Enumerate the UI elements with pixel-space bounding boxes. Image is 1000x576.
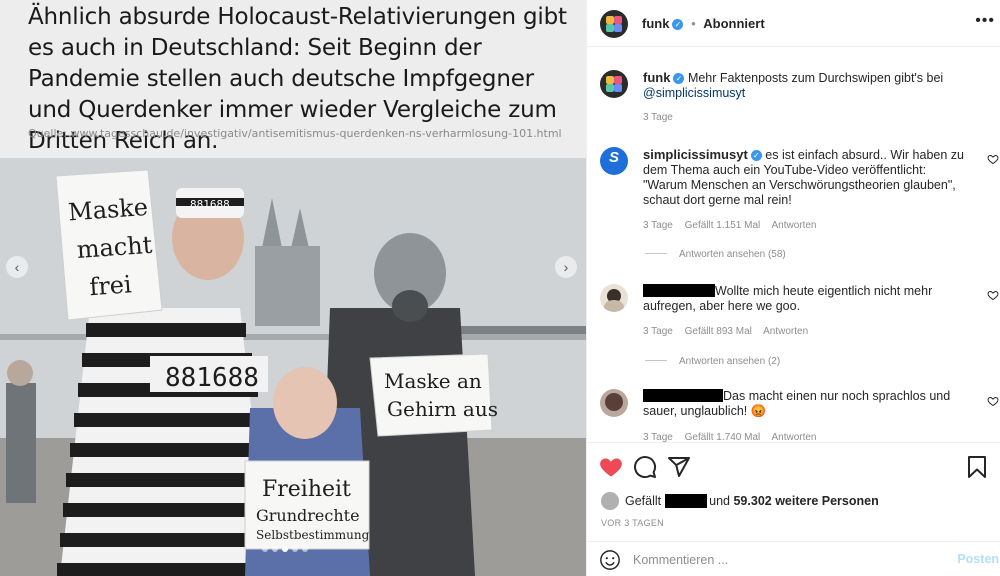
comment-likes[interactable]: Gefällt 1.740 Mal [685,432,761,442]
liker-avatar [601,492,619,510]
verified-icon: ✓ [673,73,685,84]
prisoner-number: 881688 [165,363,259,393]
verified-icon: ✓ [672,19,684,30]
like-comment-heart-icon[interactable] [987,289,999,301]
view-replies-button[interactable]: Antworten ansehen (2) [645,356,780,367]
comment-time: 3 Tage [643,112,673,123]
share-icon[interactable] [667,455,691,479]
next-slide-button[interactable]: › [555,256,577,278]
previous-slide-button[interactable]: ‹ [6,256,28,278]
likes-prefix: Gefällt [625,494,662,508]
comment-meta: 3 Tage Gefällt 1.151 Mal Antworten [643,220,826,231]
reply-button[interactable]: Antworten [771,432,816,442]
sign-maske-macht-frei: Maske macht frei [55,169,163,321]
comment-text: Mehr Faktenposts zum Durchswipen gibt's … [687,71,944,85]
protest-photo: 881688 881688 Maske macht frei Maske an … [0,158,586,576]
comments-list[interactable]: funk ✓ Mehr Faktenposts zum Durchswipen g… [587,48,1000,442]
instagram-post-view: Ähnlich absurde Holocaust-Relativierunge… [0,0,1000,576]
likes-suffix: und [709,494,730,508]
header-username[interactable]: funk [642,16,669,31]
more-options-icon[interactable]: ••• [975,12,995,30]
user-avatar[interactable] [600,389,628,417]
sign-freiheit: Freiheit Grundrechte Selbstbestimmung [244,460,370,550]
simplicissimus-avatar[interactable]: S [600,147,628,175]
carousel-dot [262,546,268,552]
carousel-dot [272,546,278,552]
comment-time: 3 Tage [643,326,673,337]
like-heart-icon[interactable] [599,455,623,479]
carousel-dot [302,546,308,552]
mention-link[interactable]: @simplicissimusyt [643,86,745,100]
comment-composer: Posten [587,541,1000,576]
view-replies-button[interactable]: Antworten ansehen (58) [645,249,786,260]
comment-icon[interactable] [633,455,657,479]
comment-username[interactable]: simplicissimusyt [643,147,748,162]
funk-avatar[interactable] [600,70,628,98]
redacted-username [643,284,715,297]
post-timestamp[interactable]: VOR 3 TAGEN [601,518,664,528]
post-comment-button[interactable]: Posten [957,552,999,566]
comment-time: 3 Tage [643,220,673,231]
redacted-username [643,389,723,402]
comment-username[interactable]: funk [643,70,670,85]
follow-button[interactable]: Abonniert [703,16,764,31]
post-source: Quelle: www.tagesschau.de/investigativ/a… [28,127,562,140]
chevron-left-icon: ‹ [14,259,20,275]
chevron-right-icon: › [563,259,569,275]
user-avatar[interactable] [600,284,628,312]
separator-dot: • [691,16,696,31]
svg-text:Freiheit Grundrech: Freiheit Grundrechte Selbstbestimmung [256,477,370,542]
likes-count[interactable]: 59.302 weitere Personen [733,494,878,508]
carousel-dot-active [282,546,288,552]
bookmark-icon[interactable] [965,455,989,479]
comment-likes[interactable]: Gefällt 1.151 Mal [685,220,761,231]
funk-avatar[interactable] [600,10,628,38]
comment-likes[interactable]: Gefällt 893 Mal [685,326,752,337]
sign-maske-an-gehirn-aus: Maske an Gehirn aus [369,353,498,437]
cap-number: 881688 [190,198,230,211]
comment-meta: 3 Tage Gefällt 893 Mal Antworten [643,326,817,337]
angry-face-emoji: 😡 [750,404,767,418]
post-media[interactable]: Ähnlich absurde Holocaust-Relativierunge… [0,0,586,576]
like-comment-heart-icon[interactable] [987,395,999,407]
reply-button[interactable]: Antworten [763,326,808,337]
post-actions: Gefällt und 59.302 weitere Personen VOR … [587,442,1000,540]
redacted-liker [665,494,708,508]
post-sidebar: funk ✓ • Abonniert ••• funk ✓ Mehr Faktenp… [586,0,1000,576]
likes-summary[interactable]: Gefällt und 59.302 weitere Personen [601,492,879,510]
carousel-dot [292,546,298,552]
comment-meta: 3 Tage [643,112,682,123]
reply-button[interactable]: Antworten [771,220,816,231]
comment-input[interactable] [633,551,933,569]
view-replies-label: Antworten ansehen (2) [679,356,781,367]
carousel-indicator [262,546,308,552]
like-comment-heart-icon[interactable] [987,153,999,165]
emoji-icon[interactable] [599,549,621,571]
post-photo: 881688 881688 Maske macht frei Maske an … [0,158,586,576]
headline-panel: Ähnlich absurde Holocaust-Relativierunge… [0,0,586,158]
post-header: funk ✓ • Abonniert ••• [587,0,1000,47]
view-replies-label: Antworten ansehen (58) [679,249,786,260]
verified-icon: ✓ [750,150,762,161]
comment-meta: 3 Tage Gefällt 1.740 Mal Antworten [643,432,826,442]
header-user-row: funk ✓ • Abonniert [642,16,765,31]
comment-time: 3 Tage [643,432,673,442]
